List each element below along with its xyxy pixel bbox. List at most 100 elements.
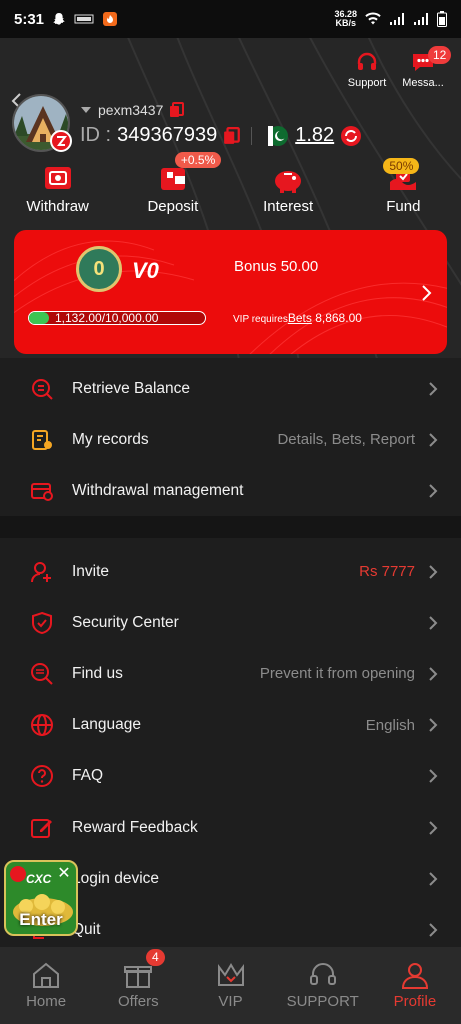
- vip-card-pattern: [14, 240, 447, 354]
- deposit-icon: [160, 168, 185, 190]
- snapchat-icon: [53, 13, 65, 25]
- chevron-right-icon: [422, 285, 432, 301]
- menu-item-my-records[interactable]: My records Details, Bets, Report: [0, 414, 461, 465]
- support-button[interactable]: Support: [345, 50, 389, 89]
- bottom-tab-bar: Home Offers VIP SUPPORT Profile 4: [0, 947, 461, 1024]
- tab-offers[interactable]: Offers: [92, 947, 184, 1024]
- tab-home[interactable]: Home: [0, 947, 92, 1024]
- deposit-bonus-tag: +0.5%: [174, 152, 222, 168]
- withdraw-icon: [44, 167, 71, 189]
- menu-item-invite[interactable]: Invite Rs 7777: [0, 546, 461, 597]
- caret-down-icon: [81, 107, 91, 113]
- system-status: 36.28 KB/s: [334, 10, 447, 28]
- wallet-balance: 1.82: [295, 124, 335, 146]
- user-id: 349367939: [117, 124, 218, 146]
- chevron-right-icon: [429, 820, 438, 835]
- headset-icon: [357, 52, 377, 70]
- menu-item-withdrawal-management[interactable]: Withdrawal management: [0, 465, 461, 516]
- menu-item-value: Details, Bets, Report: [277, 431, 415, 449]
- globe-icon: [31, 714, 53, 737]
- id-label: ID :: [80, 124, 112, 146]
- tab-support[interactable]: SUPPORT: [277, 947, 369, 1024]
- gift-icon: [124, 966, 153, 988]
- pakistan-flag-icon: [268, 125, 289, 146]
- withdraw-button[interactable]: Withdraw: [8, 160, 108, 215]
- battery-icon: [437, 11, 447, 27]
- vip-progress-text: 1,132.00/10,000.00: [55, 311, 159, 325]
- menu-group-account: Retrieve Balance My records Details, Bet…: [0, 363, 461, 517]
- chevron-right-icon: [429, 923, 438, 937]
- menu-item-value: Prevent it from opening: [259, 665, 415, 683]
- shield-icon: [32, 611, 52, 634]
- tab-profile[interactable]: Profile: [369, 947, 461, 1024]
- vip-progress-fill: [29, 312, 49, 324]
- vip-level-coin: 0: [76, 246, 122, 292]
- home-icon: [33, 962, 60, 988]
- wifi-icon: [365, 12, 381, 25]
- signal-icon: [390, 13, 404, 25]
- deposit-button[interactable]: Deposit +0.5%: [123, 152, 223, 215]
- copy-id-icon[interactable]: [223, 126, 241, 145]
- menu-item-value: English: [365, 716, 415, 734]
- notification-icons: [52, 11, 118, 27]
- chevron-right-icon: [429, 484, 438, 498]
- menu-item-retrieve-balance[interactable]: Retrieve Balance: [0, 363, 461, 414]
- menu-item-reward-feedback[interactable]: Reward Feedback: [0, 802, 461, 853]
- promo-brand: CXC: [26, 872, 52, 886]
- refresh-balance-icon[interactable]: [340, 125, 362, 147]
- network-speed: 36.28 KB/s: [334, 9, 357, 28]
- close-icon[interactable]: ✕: [56, 866, 72, 882]
- signal-2-icon: [414, 13, 428, 25]
- headset-icon: [309, 963, 336, 985]
- find-us-icon: [31, 662, 53, 685]
- expand-ad-icon[interactable]: [10, 866, 26, 882]
- chevron-right-icon: [429, 433, 438, 447]
- chevron-right-icon: [429, 718, 438, 732]
- chevron-right-icon: [429, 381, 438, 396]
- vip-card[interactable]: 0 V0 Bonus 50.00 1,132.00/10,000.00 VIP …: [14, 230, 447, 354]
- chevron-right-icon: [429, 872, 438, 886]
- fund-bonus-tag: 50%: [383, 158, 420, 174]
- app-notification-icon: [103, 12, 118, 26]
- menu-item-security-center[interactable]: Security Center: [0, 597, 461, 648]
- piggy-bank-icon: [275, 171, 302, 193]
- wallet-actions: Withdraw Deposit +0.5% Interest Fund 50%: [0, 152, 461, 215]
- promo-enter-button[interactable]: Enter: [6, 910, 76, 930]
- offers-count-badge: 4: [146, 949, 165, 966]
- section-divider: [0, 516, 461, 538]
- chevron-right-icon: [429, 616, 438, 630]
- vip-level: V0: [132, 258, 159, 283]
- messages-label: Messa...: [402, 77, 444, 89]
- avatar-level-badge: [50, 130, 72, 152]
- faq-icon: [31, 765, 53, 788]
- fund-button[interactable]: Fund 50%: [353, 158, 453, 215]
- copy-username-icon[interactable]: [169, 102, 185, 118]
- username-row: pexm3437: [80, 102, 185, 118]
- vip-bonus: Bonus 50.00: [234, 258, 319, 275]
- status-time: 5:31: [14, 10, 45, 28]
- retrieve-balance-icon: [32, 378, 53, 400]
- withdrawal-management-icon: [31, 482, 53, 501]
- menu-item-language[interactable]: Language English: [0, 700, 461, 751]
- support-label: Support: [347, 77, 387, 89]
- vip-progress-bar: 1,132.00/10,000.00: [28, 311, 206, 325]
- menu-item-faq[interactable]: FAQ: [0, 751, 461, 802]
- user-id-row: ID : 349367939 1.82: [80, 124, 362, 147]
- username: pexm3437: [98, 102, 164, 118]
- chevron-right-icon: [429, 564, 438, 579]
- profile-icon: [401, 963, 428, 989]
- floating-promo-ad[interactable]: CXC ✕ Enter: [4, 860, 78, 936]
- edit-icon: [31, 818, 52, 838]
- interest-button[interactable]: Interest: [238, 160, 338, 215]
- chevron-right-icon: [429, 667, 438, 681]
- tab-vip[interactable]: VIP: [184, 947, 276, 1024]
- chevron-right-icon: [429, 769, 438, 784]
- vip-requirement: VIP requiresBets 8,868.00: [233, 311, 362, 325]
- records-icon: [32, 429, 52, 450]
- invite-icon: [31, 561, 51, 582]
- messages-count-badge: 12: [428, 46, 452, 64]
- level-icon: [57, 136, 67, 146]
- crown-icon: [217, 963, 244, 986]
- menu-item-find-us[interactable]: Find us Prevent it from opening: [0, 648, 461, 699]
- telecom-icon: [74, 14, 94, 24]
